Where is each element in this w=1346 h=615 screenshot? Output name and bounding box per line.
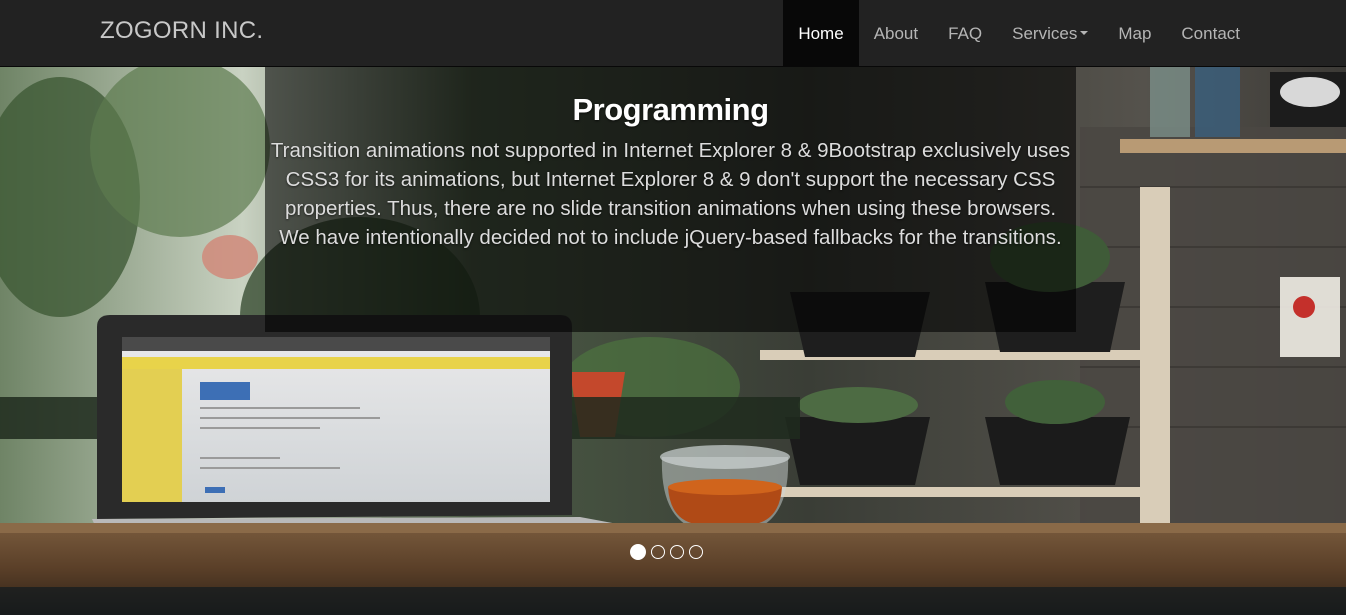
nav-item-label: Services: [1012, 23, 1078, 43]
nav-item-label: Map: [1118, 23, 1152, 43]
carousel-indicators: [630, 544, 703, 560]
caret-down-icon: [1080, 31, 1089, 35]
nav-item-about[interactable]: About: [859, 0, 933, 66]
nav-item-faq[interactable]: FAQ: [933, 0, 997, 66]
nav-item-label: Contact: [1181, 23, 1240, 43]
nav-item-label: FAQ: [948, 23, 983, 43]
nav-menu: Home About FAQ Services Map Contact: [783, 0, 1255, 66]
nav-item-home[interactable]: Home: [783, 0, 859, 66]
caption-text: Transition animations not supported in I…: [270, 139, 1071, 249]
nav-item-label: Home: [798, 23, 844, 43]
indicator-dot-3[interactable]: [670, 545, 684, 559]
brand-logo[interactable]: ZOGORN INC.: [100, 0, 263, 62]
nav-item-services[interactable]: Services: [997, 0, 1103, 66]
nav-item-map[interactable]: Map: [1103, 0, 1166, 66]
indicator-dot-2[interactable]: [651, 545, 665, 559]
carousel[interactable]: Programming Transition animations not su…: [0, 67, 1346, 615]
caption-title: Programming: [572, 92, 769, 127]
indicator-dot-4[interactable]: [689, 545, 703, 559]
navbar: ZOGORN INC. Home About FAQ Services Map …: [0, 0, 1346, 67]
nav-item-contact[interactable]: Contact: [1166, 0, 1255, 66]
carousel-caption: Programming Transition animations not su…: [265, 67, 1076, 332]
indicator-dot-1[interactable]: [630, 544, 646, 560]
nav-item-label: About: [873, 23, 919, 43]
